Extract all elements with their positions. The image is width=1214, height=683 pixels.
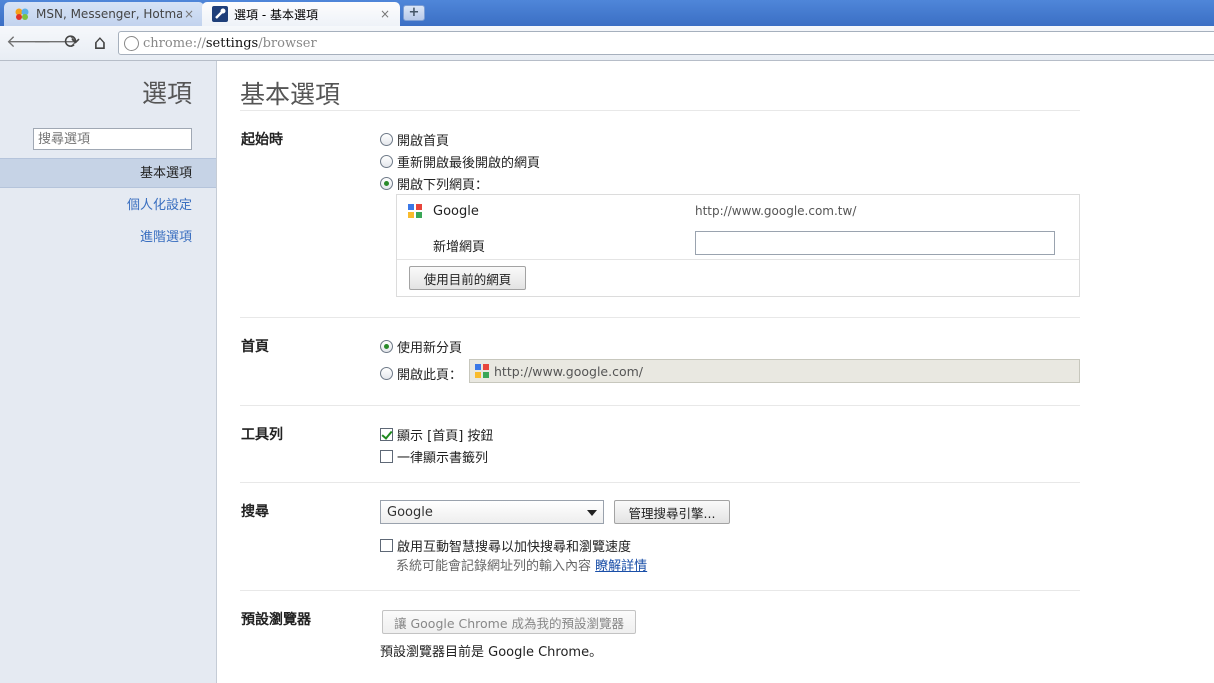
tab-msn[interactable]: MSN, Messenger, Hotmail - MSN ×: [4, 2, 204, 26]
learn-more-link[interactable]: 瞭解詳情: [595, 559, 647, 574]
address-bar[interactable]: chrome://settings/browser: [118, 31, 1214, 55]
option-label: 一律顯示書籤列: [397, 451, 489, 466]
tab-title: 選項 - 基本選項: [234, 7, 318, 22]
sidebar-item-advanced[interactable]: 進階選項: [0, 223, 216, 253]
section-title-search: 搜尋: [241, 504, 269, 520]
radio-button[interactable]: [380, 367, 393, 380]
startup-pages-list: Google http://www.google.com.tw/ 新增網頁 使用…: [396, 194, 1080, 297]
new-tab-button[interactable]: +: [403, 5, 425, 21]
msn-butterfly-icon: [15, 8, 29, 20]
url-scheme: chrome://: [143, 35, 206, 51]
option-label: 開啟此頁：: [397, 368, 463, 383]
page-url: http://www.google.com.tw/: [695, 204, 857, 218]
section-title-toolbar: 工具列: [241, 427, 283, 443]
new-page-label: 新增網頁: [433, 240, 486, 255]
page-title: 基本選項: [240, 80, 341, 109]
reload-icon[interactable]: ⟳: [62, 32, 82, 52]
option-label: 重新開啟最後開啟的網頁: [397, 156, 541, 171]
sidebar-title: 選項: [141, 79, 192, 108]
wrench-icon: [212, 6, 228, 22]
radio-button[interactable]: [380, 340, 393, 353]
divider: [240, 482, 1080, 483]
instant-search-note: 系統可能會記錄網址列的輸入內容 瞭解詳情: [396, 555, 647, 574]
divider: [240, 317, 1080, 318]
search-input[interactable]: [33, 128, 192, 150]
option-label: 開啟首頁: [397, 134, 450, 149]
use-current-pages-button[interactable]: 使用目前的網頁: [409, 266, 526, 290]
make-default-browser-button[interactable]: 讓 Google Chrome 成為我的預設瀏覽器: [382, 610, 636, 634]
sidebar-item-personal[interactable]: 個人化設定: [0, 191, 216, 221]
always-show-bookmarks-option[interactable]: 一律顯示書籤列: [380, 447, 488, 466]
option-label: 開啟下列網頁：: [397, 178, 489, 193]
show-home-button-option[interactable]: 顯示 [首頁] 按鈕: [380, 425, 493, 444]
checkbox[interactable]: [380, 450, 393, 463]
manage-search-engines-button[interactable]: 管理搜尋引擎...: [614, 500, 730, 524]
homepage-option-open[interactable]: 開啟此頁：: [380, 364, 462, 383]
page-name: Google: [433, 204, 479, 219]
checkbox[interactable]: [380, 539, 393, 552]
back-arrow-icon[interactable]: 🡐: [6, 32, 52, 52]
tab-title: MSN, Messenger, Hotmail - MSN: [36, 7, 182, 21]
homepage-url-field[interactable]: http://www.google.com/: [469, 359, 1080, 383]
globe-icon: [124, 35, 139, 51]
divider: [397, 259, 1079, 260]
search-engine-select[interactable]: Google: [380, 500, 604, 524]
divider: [240, 110, 1080, 111]
url-path: /browser: [258, 35, 317, 51]
homepage-url: http://www.google.com/: [494, 363, 643, 379]
startup-option-homepage[interactable]: 開啟首頁: [380, 130, 449, 149]
section-title-startup: 起始時: [241, 132, 283, 148]
instant-search-option[interactable]: 啟用互動智慧搜尋以加快搜尋和瀏覽速度: [380, 536, 631, 555]
startup-option-pages[interactable]: 開啟下列網頁：: [380, 174, 488, 193]
default-browser-status: 預設瀏覽器目前是 Google Chrome。: [380, 645, 603, 660]
google-favicon-icon: [475, 364, 489, 378]
startup-option-restore[interactable]: 重新開啟最後開啟的網頁: [380, 152, 540, 171]
radio-button[interactable]: [380, 177, 393, 190]
option-label: 啟用互動智慧搜尋以加快搜尋和瀏覽速度: [397, 540, 632, 555]
settings-sidebar: 選項 基本選項 個人化設定 進階選項: [0, 61, 217, 683]
tab-settings[interactable]: 選項 - 基本選項 ×: [202, 2, 400, 26]
option-label: 使用新分頁: [397, 341, 463, 356]
selected-engine: Google: [387, 504, 433, 520]
radio-button[interactable]: [380, 133, 393, 146]
homepage-option-newtab[interactable]: 使用新分頁: [380, 337, 462, 356]
list-item[interactable]: Google http://www.google.com.tw/: [397, 195, 1079, 227]
home-icon[interactable]: ⌂: [90, 32, 110, 52]
note-text: 系統可能會記錄網址列的輸入內容: [396, 559, 592, 574]
url-host: settings: [205, 35, 259, 51]
chevron-down-icon: [587, 510, 597, 516]
tab-strip: MSN, Messenger, Hotmail - MSN × 選項 - 基本選…: [0, 0, 1214, 26]
tab-close-icon[interactable]: ×: [182, 7, 196, 21]
section-title-default-browser: 預設瀏覽器: [241, 612, 311, 628]
divider: [240, 590, 1080, 591]
settings-main: 基本選項 起始時 開啟首頁 重新開啟最後開啟的網頁 開啟下列網頁： Google…: [217, 61, 1214, 683]
google-favicon-icon: [408, 204, 422, 218]
forward-arrow-icon[interactable]: 🡒: [33, 32, 79, 52]
sidebar-item-basics[interactable]: 基本選項: [0, 158, 216, 188]
section-title-homepage: 首頁: [241, 339, 269, 355]
new-page-input[interactable]: [695, 231, 1055, 255]
checkbox[interactable]: [380, 428, 393, 441]
divider: [240, 405, 1080, 406]
radio-button[interactable]: [380, 155, 393, 168]
option-label: 顯示 [首頁] 按鈕: [397, 429, 494, 444]
tab-close-icon[interactable]: ×: [378, 7, 392, 21]
browser-toolbar: 🡐 🡒 ⟳ ⌂ chrome://settings/browser: [0, 26, 1214, 61]
